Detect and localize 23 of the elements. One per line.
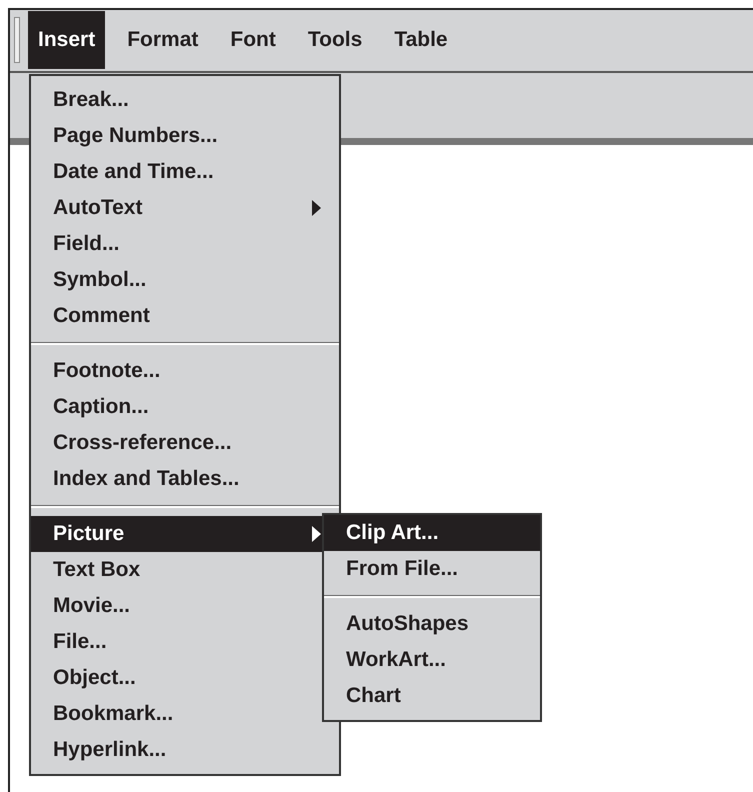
menu-item[interactable]: Break...	[31, 82, 339, 118]
menu-bar-item[interactable]: Table	[384, 11, 458, 69]
menu-item[interactable]: AutoShapes	[324, 606, 540, 642]
menu-item[interactable]: Cross-reference...	[31, 425, 339, 461]
menu-bar-item[interactable]: Insert	[28, 11, 106, 69]
menu-item[interactable]: Hyperlink...	[31, 732, 339, 768]
menu-bar-item[interactable]: Font	[220, 11, 286, 69]
menu-item[interactable]: Symbol...	[31, 262, 339, 298]
menu-bar-item[interactable]: Format	[117, 11, 208, 69]
menu-item[interactable]: Date and Time...	[31, 154, 339, 190]
menu-item[interactable]: WorkArt...	[324, 642, 540, 678]
menu-item[interactable]: Page Numbers...	[31, 118, 339, 154]
menu-item[interactable]: AutoText	[31, 190, 339, 226]
menu-item[interactable]: Comment	[31, 298, 339, 334]
menu-item[interactable]: Footnote...	[31, 353, 339, 389]
menu-item[interactable]: Clip Art...	[324, 515, 540, 551]
grip-icon	[14, 17, 20, 63]
menu-item[interactable]: Field...	[31, 226, 339, 262]
menu-item[interactable]: Caption...	[31, 389, 339, 425]
menu-bar-item[interactable]: Tools	[298, 11, 372, 69]
menu-item[interactable]: Index and Tables...	[31, 461, 339, 497]
menu-item[interactable]: Chart	[324, 678, 540, 714]
menu-item[interactable]: From File...	[324, 551, 540, 587]
